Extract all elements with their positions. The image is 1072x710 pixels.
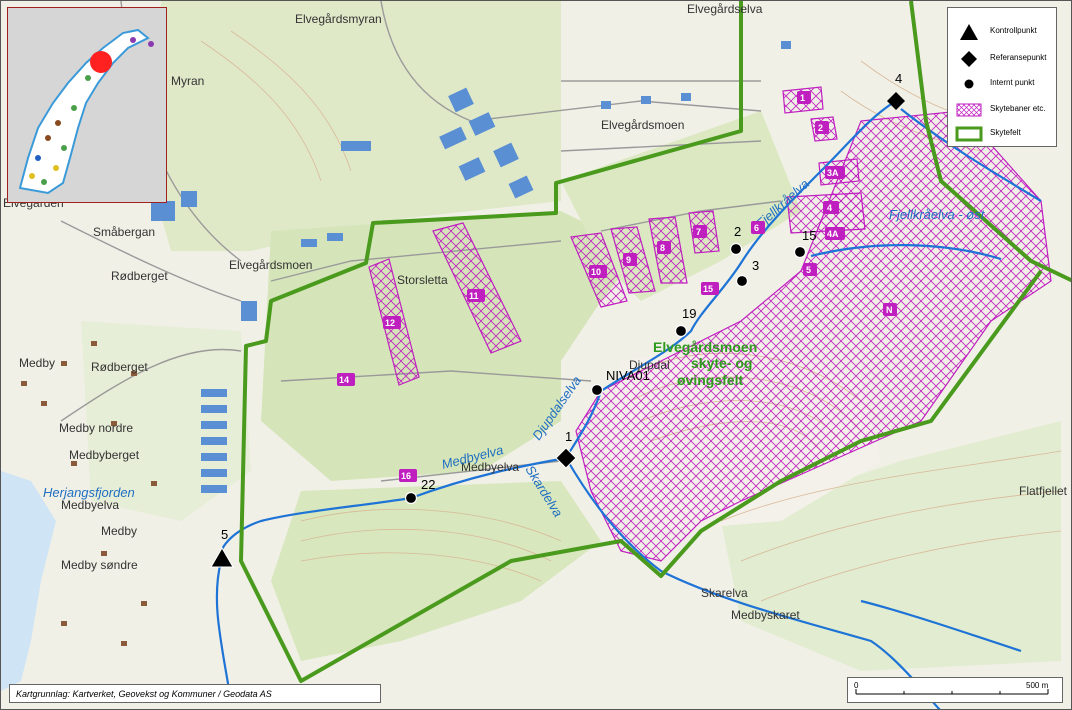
legend-label: Skytefelt — [990, 128, 1021, 137]
range-tag: 8 — [660, 243, 665, 253]
place-label: Rødberget — [91, 360, 148, 374]
place-label: Medby — [19, 356, 55, 370]
range-tag: 10 — [591, 267, 601, 277]
scale-end-label: 500 m — [1026, 681, 1049, 690]
place-label: Elvegårdsmoen — [601, 118, 684, 132]
overview-inset-map — [7, 7, 167, 203]
place-label: Elvegårdsmyran — [295, 12, 382, 26]
range-tag: 11 — [469, 291, 479, 301]
range-tag: 3A — [827, 168, 839, 178]
point-label: 15 — [802, 228, 816, 243]
point-label: 4 — [895, 71, 902, 86]
place-label: Medbyberget — [69, 448, 140, 462]
place-label: Småbergan — [93, 225, 155, 239]
svg-text:Elvegårdsmoen: Elvegårdsmoen — [653, 339, 757, 355]
legend-item: Skytefelt — [954, 124, 1058, 144]
place-label: Rødberget — [111, 269, 168, 283]
point-3-dot — [735, 274, 749, 288]
range-tag: 9 — [626, 255, 631, 265]
range-tag: 5 — [806, 265, 811, 275]
point-label: 2 — [734, 224, 741, 239]
point-label: 3 — [752, 258, 759, 273]
legend-item: Referansepunkt — [954, 49, 1058, 69]
scale-bar: 0 500 m — [847, 677, 1063, 703]
point-19-dot — [674, 324, 688, 338]
point-15-dot — [793, 245, 807, 259]
place-label: Elvegårdselva — [687, 2, 763, 16]
point-label: 5 — [221, 527, 228, 542]
point-label: NIVA01 — [606, 368, 650, 383]
map-credit: Kartgrunnlag: Kartverket, Geovekst og Ko… — [9, 684, 381, 703]
place-label: Skarelva — [701, 586, 748, 600]
point-label: 22 — [421, 477, 435, 492]
point-2-dot — [729, 242, 743, 256]
place-label: Medby — [101, 524, 137, 538]
boundary-icon — [955, 126, 983, 142]
range-tag: 15 — [703, 284, 713, 294]
place-label: Medby søndre — [61, 558, 138, 572]
range-tag: 6 — [754, 223, 759, 233]
legend-item: Skytebaner etc. — [954, 100, 1058, 120]
map-legend: Kontrollpunkt Referansepunkt Internt pun… — [947, 7, 1057, 147]
range-tag: 14 — [339, 375, 349, 385]
range-tag: 16 — [401, 471, 411, 481]
place-label: Myran — [171, 74, 204, 88]
place-label: Flatfjellet — [1019, 484, 1068, 498]
scale-start-label: 0 — [854, 681, 859, 690]
range-tag: 12 — [385, 318, 395, 328]
range-tag: 4 — [827, 203, 832, 213]
norway-outline — [18, 28, 150, 195]
place-label: Elvegårdsmoen — [229, 258, 312, 272]
map-view[interactable]: Elvegårdsmyran Elvegårdselva Elvegårdsmo… — [0, 0, 1072, 710]
point-label: 19 — [682, 306, 696, 321]
svg-text:skyte- og: skyte- og — [691, 355, 752, 371]
range-tag: 2 — [818, 123, 823, 133]
river-label: Fjellkråelva - øst — [889, 207, 986, 222]
legend-label: Internt punkt — [990, 78, 1035, 87]
legend-item: Internt punkt — [954, 74, 1058, 94]
diamond-icon — [961, 51, 977, 67]
point-22-dot — [404, 491, 418, 505]
legend-label: Skytebaner etc. — [990, 104, 1046, 113]
location-marker — [90, 51, 112, 73]
legend-item: Kontrollpunkt — [954, 22, 1058, 42]
river-label: Herjangsfjorden — [43, 485, 135, 500]
range-tag: N — [886, 305, 893, 315]
place-label: Medbyskaret — [731, 608, 800, 622]
point-niva01-dot — [590, 383, 604, 397]
legend-label: Referansepunkt — [990, 53, 1047, 62]
place-label: Medby nordre — [59, 421, 133, 435]
legend-label: Kontrollpunkt — [990, 26, 1037, 35]
place-label: Storsletta — [397, 273, 448, 287]
dot-icon — [964, 79, 974, 89]
triangle-icon — [960, 24, 978, 40]
range-tag: 1 — [800, 93, 805, 103]
range-tag: 4A — [827, 229, 839, 239]
point-label: 1 — [565, 429, 572, 444]
hatch-icon — [956, 103, 982, 117]
place-label: Medbyelva — [61, 498, 119, 512]
svg-text:øvingsfelt: øvingsfelt — [677, 372, 743, 388]
range-tag: 7 — [696, 227, 701, 237]
